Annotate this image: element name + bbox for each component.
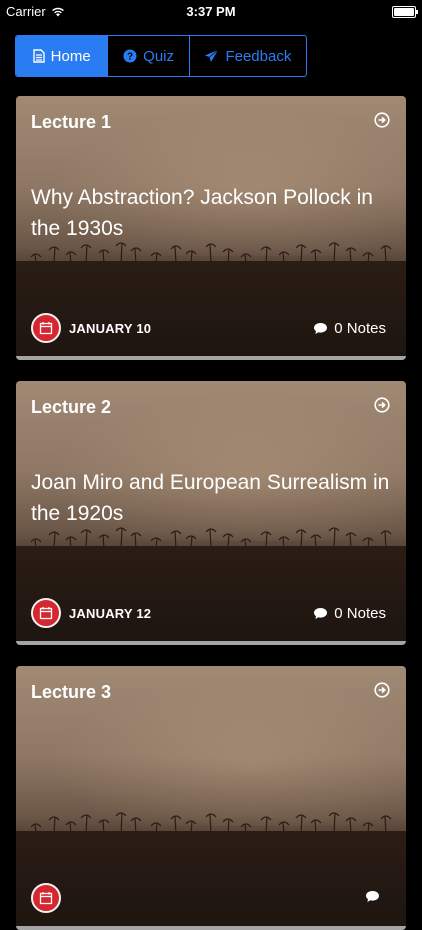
arrow-circle-right-icon[interactable] (374, 112, 390, 128)
lecture-number: Lecture 2 (31, 397, 112, 417)
palm-trees-silhouette (30, 812, 392, 834)
lecture-date (31, 883, 69, 913)
tab-quiz[interactable]: ? Quiz (108, 36, 190, 76)
card-background-ground (16, 831, 406, 926)
battery-icon (392, 6, 418, 18)
comment-icon (366, 891, 379, 902)
question-circle-icon: ? (123, 49, 137, 63)
svg-text:?: ? (127, 52, 133, 63)
arrow-circle-right-icon[interactable] (374, 682, 390, 698)
notes-count[interactable] (365, 890, 386, 903)
notes-count[interactable]: 0 Notes (313, 320, 386, 337)
tab-feedback-label: Feedback (225, 47, 292, 65)
comment-icon (314, 608, 328, 619)
lecture-title: Joan Miro and European Surrealism in the… (31, 471, 390, 525)
lecture-title: Why Abstraction? Jackson Pollock in the … (31, 186, 373, 240)
notes-count[interactable]: 0 Notes (313, 605, 386, 622)
calendar-icon (31, 313, 61, 343)
tab-feedback[interactable]: Feedback (190, 36, 306, 76)
lecture-card[interactable]: Lecture 3 (16, 666, 406, 930)
document-icon (32, 49, 45, 63)
lecture-date: JANUARY 12 (31, 598, 151, 628)
tab-home[interactable]: Home (16, 36, 109, 76)
lecture-date: JANUARY 10 (31, 313, 151, 343)
lecture-card[interactable]: Lecture 1 Why Abstraction? Jackson Pollo… (16, 96, 406, 360)
lecture-number: Lecture 1 (31, 112, 112, 132)
lecture-number: Lecture 3 (31, 682, 112, 702)
status-bar: Carrier 3:37 PM (0, 0, 422, 22)
notes-count-label: 0 Notes (334, 320, 386, 337)
tab-home-label: Home (50, 47, 91, 65)
calendar-icon (31, 883, 61, 913)
lecture-date-text: JANUARY 10 (69, 320, 152, 336)
calendar-icon (31, 598, 61, 628)
status-time: 3:37 PM (186, 4, 236, 19)
tab-quiz-label: Quiz (143, 47, 174, 65)
notes-count-label: 0 Notes (334, 605, 386, 622)
lecture-date-text: JANUARY 12 (69, 605, 152, 621)
paper-plane-icon (205, 49, 219, 62)
arrow-circle-right-icon[interactable] (374, 397, 390, 413)
main-segmented-nav: Home ? Quiz Feedback (15, 35, 307, 77)
lecture-card[interactable]: Lecture 2 Joan Miro and European Surreal… (16, 381, 406, 645)
comment-icon (314, 323, 328, 334)
